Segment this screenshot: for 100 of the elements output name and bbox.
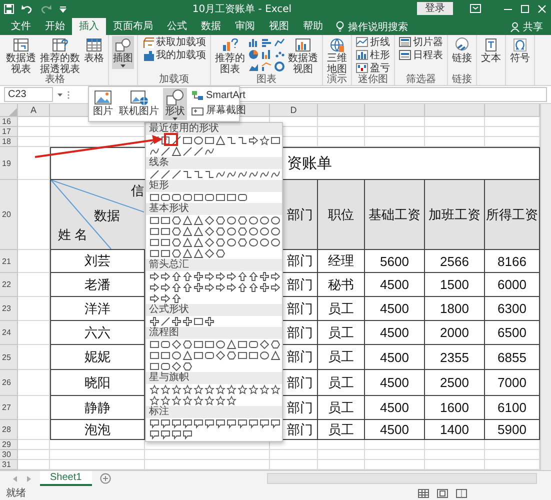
rectangle-icon[interactable]: [160, 248, 171, 259]
menu-button[interactable]: 形状: [163, 88, 187, 120]
diamond-icon[interactable]: [259, 339, 270, 350]
vertical-scrollbar[interactable]: [540, 104, 551, 470]
column-header[interactable]: D: [270, 104, 318, 117]
rectangle-icon[interactable]: [204, 135, 215, 146]
line-icon[interactable]: [160, 146, 171, 157]
empty-cell[interactable]: [50, 127, 145, 137]
ribbon-button[interactable]: 链接: [451, 36, 473, 65]
plus-icon[interactable]: [171, 316, 182, 327]
ribbon-button[interactable]: 日程表: [398, 49, 444, 61]
save-icon[interactable]: [4, 4, 14, 14]
empty-cell[interactable]: [318, 450, 365, 460]
callout-icon[interactable]: [182, 418, 193, 429]
empty-cell[interactable]: [425, 450, 485, 460]
oval-icon[interactable]: [259, 226, 270, 237]
diamond-icon[interactable]: [215, 350, 226, 361]
rectangle-icon[interactable]: [248, 350, 259, 361]
ribbon-button[interactable]: 我的加载项: [141, 49, 207, 61]
star-icon[interactable]: [182, 384, 193, 395]
plus-icon[interactable]: [204, 316, 215, 327]
oval-icon[interactable]: [259, 237, 270, 248]
oval-icon[interactable]: [248, 237, 259, 248]
rectangle-icon[interactable]: [215, 192, 226, 203]
curve-icon[interactable]: [204, 146, 215, 157]
hexagon-icon[interactable]: [215, 215, 226, 226]
curve-icon[interactable]: [248, 169, 259, 180]
hexagon-icon[interactable]: [171, 248, 182, 259]
oval-icon[interactable]: [248, 215, 259, 226]
empty-cell[interactable]: [365, 117, 425, 127]
ribbon-display-icon[interactable]: [470, 4, 481, 13]
row-header[interactable]: 29: [0, 440, 18, 450]
callout-icon[interactable]: [259, 418, 270, 429]
diamond-icon[interactable]: [204, 237, 215, 248]
callout-icon[interactable]: [182, 429, 193, 440]
elbow-connector-icon[interactable]: [193, 169, 204, 180]
right-arrow-icon[interactable]: [149, 293, 160, 304]
rectangle-icon[interactable]: [182, 135, 193, 146]
caret-icon[interactable]: [57, 92, 63, 96]
oval-icon[interactable]: [270, 237, 281, 248]
rectangle-icon[interactable]: [193, 339, 204, 350]
oval-icon[interactable]: [226, 215, 237, 226]
diamond-icon[interactable]: [204, 215, 215, 226]
triangle-icon[interactable]: [171, 146, 182, 157]
rectangle-icon[interactable]: [193, 192, 204, 203]
curve-icon[interactable]: [259, 169, 270, 180]
ribbon-button[interactable]: 文本: [480, 36, 502, 65]
hexagon-icon[interactable]: [237, 226, 248, 237]
row-header[interactable]: 20: [0, 180, 18, 250]
right-arrow-icon[interactable]: [204, 271, 215, 282]
ribbon-button[interactable]: 盈亏: [355, 62, 391, 74]
plus-icon[interactable]: [193, 282, 204, 293]
hexagon-icon[interactable]: [237, 237, 248, 248]
rectangle-icon[interactable]: [149, 192, 160, 203]
rectangle-icon[interactable]: [204, 339, 215, 350]
right-arrow-icon[interactable]: [226, 271, 237, 282]
empty-cell[interactable]: [365, 137, 425, 147]
star-icon[interactable]: [193, 395, 204, 406]
empty-cell[interactable]: [318, 127, 365, 137]
chart-type-icon[interactable]: [274, 61, 285, 72]
triangle-icon[interactable]: [182, 350, 193, 361]
hexagon-icon[interactable]: [215, 237, 226, 248]
rounded-rectangle-icon[interactable]: [204, 192, 215, 203]
ribbon-tab[interactable]: 页面布局: [106, 18, 160, 35]
star-icon[interactable]: [193, 384, 204, 395]
text-box-icon[interactable]: [160, 135, 171, 146]
line-icon[interactable]: [160, 169, 171, 180]
callout-icon[interactable]: [149, 418, 160, 429]
hexagon-icon[interactable]: [215, 226, 226, 237]
star-icon[interactable]: [248, 384, 259, 395]
hexagon-icon[interactable]: [171, 237, 182, 248]
right-arrow-icon[interactable]: [160, 282, 171, 293]
star-icon[interactable]: [149, 384, 160, 395]
elbow-connector-icon[interactable]: [226, 135, 237, 146]
empty-cell[interactable]: [425, 137, 485, 147]
ribbon-button[interactable]: 表格: [83, 36, 105, 65]
share-button[interactable]: 共享: [523, 20, 543, 34]
rounded-rectangle-icon[interactable]: [160, 361, 171, 372]
empty-cell[interactable]: [18, 147, 50, 180]
empty-cell[interactable]: [365, 440, 425, 450]
callout-icon[interactable]: [171, 429, 182, 440]
up-arrow-icon[interactable]: [171, 271, 182, 282]
line-icon[interactable]: [160, 316, 171, 327]
horizontal-scrollbar[interactable]: [266, 473, 537, 484]
ribbon-tab[interactable]: 帮助: [296, 18, 330, 35]
tell-me-search[interactable]: 操作说明搜索: [348, 20, 408, 34]
plus-icon[interactable]: [149, 316, 160, 327]
menu-button[interactable]: 屏幕截图: [189, 104, 248, 117]
chart-type-icon[interactable]: [261, 61, 272, 72]
callout-icon[interactable]: [237, 418, 248, 429]
row-header[interactable]: 22: [0, 273, 18, 297]
rectangle-icon[interactable]: [149, 350, 160, 361]
right-arrow-icon[interactable]: [248, 135, 259, 146]
ribbon-tab[interactable]: 审阅: [228, 18, 262, 35]
star-icon[interactable]: [226, 384, 237, 395]
row-header[interactable]: 26: [0, 370, 18, 396]
oval-icon[interactable]: [215, 339, 226, 350]
empty-cell[interactable]: [425, 117, 485, 127]
curve-icon[interactable]: [270, 169, 281, 180]
triangle-icon[interactable]: [193, 226, 204, 237]
